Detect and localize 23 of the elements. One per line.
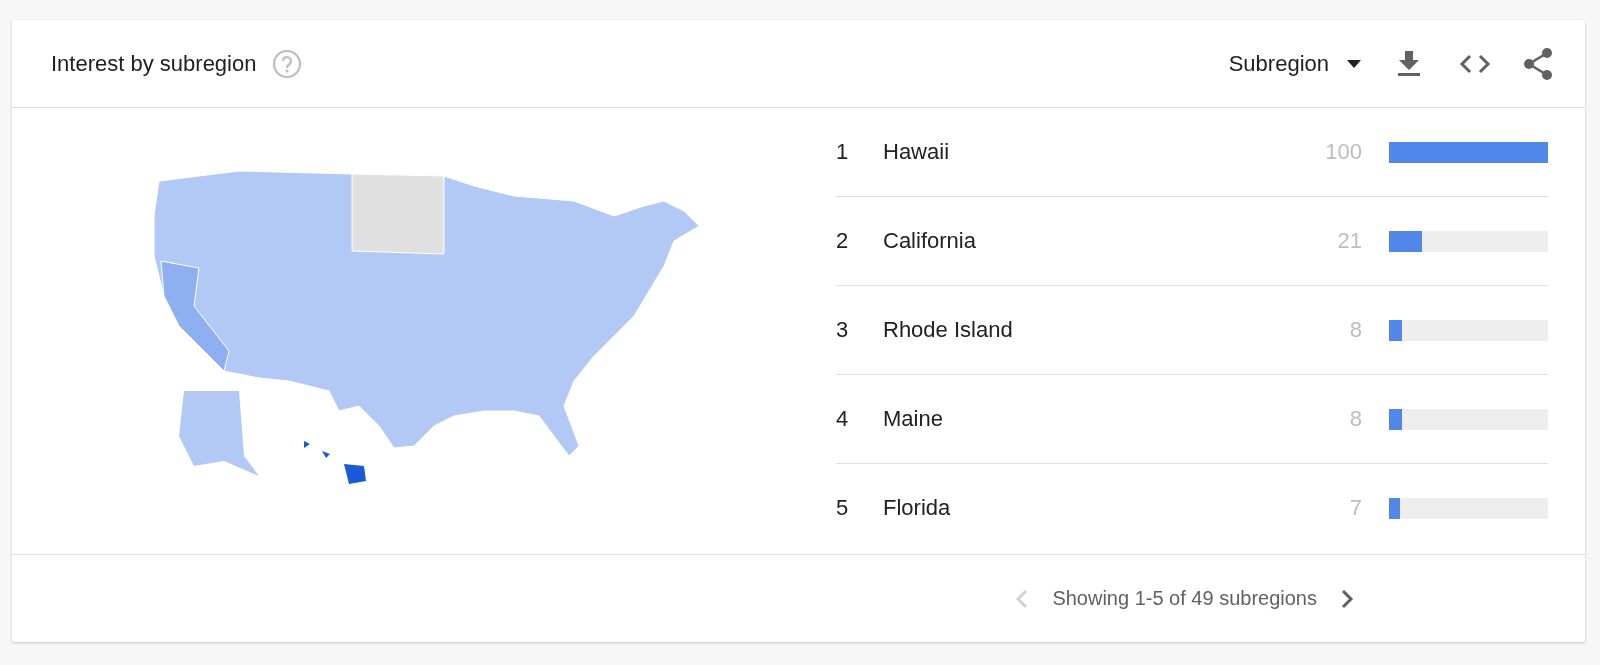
region-name[interactable]: Rhode Island bbox=[883, 317, 1282, 343]
caret-icon bbox=[1347, 59, 1361, 68]
region-name[interactable]: Florida bbox=[883, 495, 1282, 521]
widget-title: Interest by subregion bbox=[51, 50, 257, 77]
interest-value: 8 bbox=[1348, 317, 1362, 343]
region-name[interactable]: California bbox=[883, 228, 1282, 254]
rank-number: 3 bbox=[836, 317, 850, 343]
rank-number: 5 bbox=[836, 495, 850, 521]
region-name[interactable]: Maine bbox=[883, 406, 1282, 432]
subregion-dropdown[interactable]: Subregion bbox=[1228, 50, 1361, 77]
next-page-button[interactable] bbox=[1339, 587, 1355, 610]
share-icon[interactable] bbox=[1523, 47, 1553, 80]
rank-number: 1 bbox=[836, 139, 850, 165]
embed-code-icon[interactable] bbox=[1459, 53, 1491, 74]
pagination-text: Showing 1-5 of 49 subregions bbox=[1052, 587, 1317, 610]
interest-value: 7 bbox=[1348, 495, 1362, 521]
rank-number: 2 bbox=[836, 228, 850, 254]
interest-value: 100 bbox=[1324, 139, 1362, 165]
interest-value: 21 bbox=[1336, 228, 1362, 254]
interest-value: 8 bbox=[1348, 406, 1362, 432]
download-icon[interactable] bbox=[1397, 50, 1421, 77]
region-name[interactable]: Hawaii bbox=[883, 139, 1282, 165]
rank-number: 4 bbox=[836, 406, 850, 432]
